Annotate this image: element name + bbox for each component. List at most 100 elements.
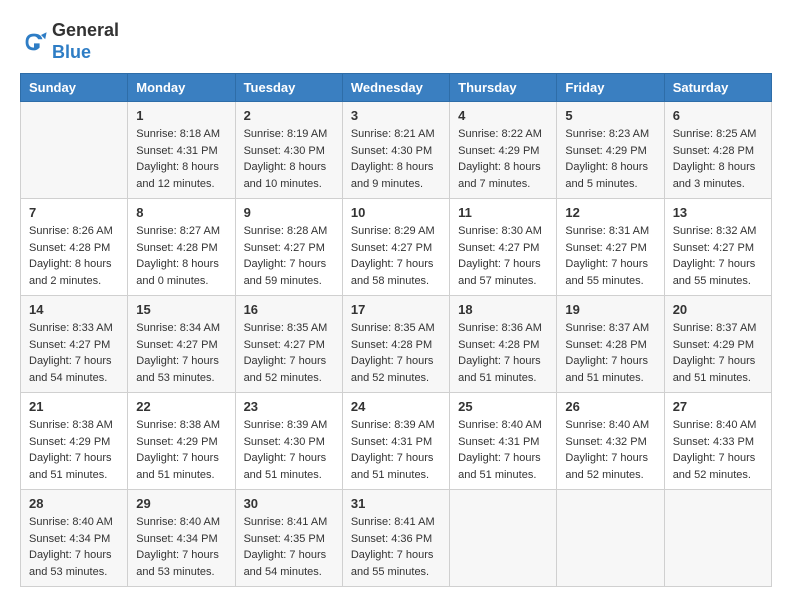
calendar-day-cell — [557, 490, 664, 587]
day-number: 5 — [565, 108, 655, 123]
calendar-day-cell: 31Sunrise: 8:41 AM Sunset: 4:36 PM Dayli… — [342, 490, 449, 587]
weekday-header: Tuesday — [235, 74, 342, 102]
calendar-day-cell: 14 Sunrise: 8:33 AM Sunset: 4:27 PM Dayli… — [21, 296, 128, 393]
calendar-day-cell: 19 Sunrise: 8:37 AM Sunset: 4:28 PM Dayli… — [557, 296, 664, 393]
calendar-day-cell: 1 Sunrise: 8:18 AM Sunset: 4:31 PM Daylig… — [128, 102, 235, 199]
day-number: 10 — [351, 205, 441, 220]
day-info: Sunrise: 8:34 AM Sunset: 4:27 PM Dayligh… — [136, 320, 226, 386]
day-number: 20 — [673, 302, 763, 317]
day-info: Sunrise: 8:25 AM Sunset: 4:28 PM Dayligh… — [673, 126, 763, 192]
day-number: 30 — [244, 496, 334, 511]
day-info: Sunrise: 8:30 AM Sunset: 4:27 PM Dayligh… — [458, 223, 548, 289]
calendar-day-cell: 21Sunrise: 8:38 AM Sunset: 4:29 PM Dayli… — [21, 393, 128, 490]
weekday-header: Wednesday — [342, 74, 449, 102]
day-number: 17 — [351, 302, 441, 317]
weekday-header: Thursday — [450, 74, 557, 102]
day-info: Sunrise: 8:39 AM Sunset: 4:30 PM Dayligh… — [244, 417, 334, 483]
calendar-day-cell: 8 Sunrise: 8:27 AM Sunset: 4:28 PM Daylig… — [128, 199, 235, 296]
calendar-week-row: 21Sunrise: 8:38 AM Sunset: 4:29 PM Dayli… — [21, 393, 772, 490]
calendar-week-row: 1 Sunrise: 8:18 AM Sunset: 4:31 PM Daylig… — [21, 102, 772, 199]
day-number: 25 — [458, 399, 548, 414]
day-info: Sunrise: 8:19 AM Sunset: 4:30 PM Dayligh… — [244, 126, 334, 192]
day-number: 24 — [351, 399, 441, 414]
calendar-day-cell: 24 Sunrise: 8:39 AM Sunset: 4:31 PM Dayli… — [342, 393, 449, 490]
day-number: 26 — [565, 399, 655, 414]
day-number: 6 — [673, 108, 763, 123]
day-number: 4 — [458, 108, 548, 123]
day-number: 27 — [673, 399, 763, 414]
calendar-day-cell: 6 Sunrise: 8:25 AM Sunset: 4:28 PM Daylig… — [664, 102, 771, 199]
day-number: 15 — [136, 302, 226, 317]
day-info: Sunrise: 8:27 AM Sunset: 4:28 PM Dayligh… — [136, 223, 226, 289]
day-info: Sunrise: 8:37 AM Sunset: 4:28 PM Dayligh… — [565, 320, 655, 386]
day-info: Sunrise: 8:33 AM Sunset: 4:27 PM Dayligh… — [29, 320, 119, 386]
day-info: Sunrise: 8:40 AM Sunset: 4:32 PM Dayligh… — [565, 417, 655, 483]
day-number: 2 — [244, 108, 334, 123]
day-info: Sunrise: 8:38 AM Sunset: 4:29 PM Dayligh… — [29, 417, 119, 483]
page-header: General Blue — [20, 20, 772, 63]
day-info: Sunrise: 8:39 AM Sunset: 4:31 PM Dayligh… — [351, 417, 441, 483]
weekday-header: Sunday — [21, 74, 128, 102]
day-info: Sunrise: 8:18 AM Sunset: 4:31 PM Dayligh… — [136, 126, 226, 192]
day-number: 23 — [244, 399, 334, 414]
calendar-day-cell: 27 Sunrise: 8:40 AM Sunset: 4:33 PM Dayli… — [664, 393, 771, 490]
calendar-header: SundayMondayTuesdayWednesdayThursdayFrid… — [21, 74, 772, 102]
calendar-day-cell: 18Sunrise: 8:36 AM Sunset: 4:28 PM Dayli… — [450, 296, 557, 393]
day-number: 13 — [673, 205, 763, 220]
calendar-day-cell: 23 Sunrise: 8:39 AM Sunset: 4:30 PM Dayli… — [235, 393, 342, 490]
calendar-day-cell — [450, 490, 557, 587]
day-number: 9 — [244, 205, 334, 220]
day-info: Sunrise: 8:40 AM Sunset: 4:34 PM Dayligh… — [136, 514, 226, 580]
day-info: Sunrise: 8:32 AM Sunset: 4:27 PM Dayligh… — [673, 223, 763, 289]
calendar-day-cell: 11 Sunrise: 8:30 AM Sunset: 4:27 PM Dayli… — [450, 199, 557, 296]
calendar-day-cell: 15 Sunrise: 8:34 AM Sunset: 4:27 PM Dayli… — [128, 296, 235, 393]
calendar-week-row: 28 Sunrise: 8:40 AM Sunset: 4:34 PM Dayli… — [21, 490, 772, 587]
day-number: 12 — [565, 205, 655, 220]
day-info: Sunrise: 8:41 AM Sunset: 4:36 PM Dayligh… — [351, 514, 441, 580]
day-number: 22 — [136, 399, 226, 414]
day-number: 8 — [136, 205, 226, 220]
day-info: Sunrise: 8:31 AM Sunset: 4:27 PM Dayligh… — [565, 223, 655, 289]
weekday-header: Saturday — [664, 74, 771, 102]
calendar-table: SundayMondayTuesdayWednesdayThursdayFrid… — [20, 73, 772, 587]
calendar-day-cell — [664, 490, 771, 587]
day-number: 11 — [458, 205, 548, 220]
day-info: Sunrise: 8:37 AM Sunset: 4:29 PM Dayligh… — [673, 320, 763, 386]
day-info: Sunrise: 8:23 AM Sunset: 4:29 PM Dayligh… — [565, 126, 655, 192]
day-number: 14 — [29, 302, 119, 317]
calendar-day-cell: 13 Sunrise: 8:32 AM Sunset: 4:27 PM Dayli… — [664, 199, 771, 296]
calendar-day-cell: 28 Sunrise: 8:40 AM Sunset: 4:34 PM Dayli… — [21, 490, 128, 587]
day-info: Sunrise: 8:22 AM Sunset: 4:29 PM Dayligh… — [458, 126, 548, 192]
calendar-day-cell: 2 Sunrise: 8:19 AM Sunset: 4:30 PM Daylig… — [235, 102, 342, 199]
day-info: Sunrise: 8:28 AM Sunset: 4:27 PM Dayligh… — [244, 223, 334, 289]
day-info: Sunrise: 8:35 AM Sunset: 4:27 PM Dayligh… — [244, 320, 334, 386]
day-number: 19 — [565, 302, 655, 317]
day-number: 16 — [244, 302, 334, 317]
day-number: 1 — [136, 108, 226, 123]
calendar-day-cell — [21, 102, 128, 199]
calendar-day-cell: 20 Sunrise: 8:37 AM Sunset: 4:29 PM Dayli… — [664, 296, 771, 393]
calendar-day-cell: 17 Sunrise: 8:35 AM Sunset: 4:28 PM Dayli… — [342, 296, 449, 393]
calendar-day-cell: 3Sunrise: 8:21 AM Sunset: 4:30 PM Daylig… — [342, 102, 449, 199]
day-number: 28 — [29, 496, 119, 511]
calendar-week-row: 14 Sunrise: 8:33 AM Sunset: 4:27 PM Dayli… — [21, 296, 772, 393]
calendar-day-cell: 29 Sunrise: 8:40 AM Sunset: 4:34 PM Dayli… — [128, 490, 235, 587]
day-info: Sunrise: 8:41 AM Sunset: 4:35 PM Dayligh… — [244, 514, 334, 580]
day-number: 7 — [29, 205, 119, 220]
day-info: Sunrise: 8:35 AM Sunset: 4:28 PM Dayligh… — [351, 320, 441, 386]
day-info: Sunrise: 8:36 AM Sunset: 4:28 PM Dayligh… — [458, 320, 548, 386]
day-info: Sunrise: 8:40 AM Sunset: 4:34 PM Dayligh… — [29, 514, 119, 580]
day-info: Sunrise: 8:40 AM Sunset: 4:33 PM Dayligh… — [673, 417, 763, 483]
weekday-header: Friday — [557, 74, 664, 102]
calendar-day-cell: 26 Sunrise: 8:40 AM Sunset: 4:32 PM Dayli… — [557, 393, 664, 490]
calendar-day-cell: 22Sunrise: 8:38 AM Sunset: 4:29 PM Dayli… — [128, 393, 235, 490]
calendar-body: 1 Sunrise: 8:18 AM Sunset: 4:31 PM Daylig… — [21, 102, 772, 587]
weekday-header: Monday — [128, 74, 235, 102]
day-info: Sunrise: 8:29 AM Sunset: 4:27 PM Dayligh… — [351, 223, 441, 289]
calendar-day-cell: 25 Sunrise: 8:40 AM Sunset: 4:31 PM Dayli… — [450, 393, 557, 490]
day-number: 29 — [136, 496, 226, 511]
day-info: Sunrise: 8:40 AM Sunset: 4:31 PM Dayligh… — [458, 417, 548, 483]
day-info: Sunrise: 8:21 AM Sunset: 4:30 PM Dayligh… — [351, 126, 441, 192]
calendar-day-cell: 30 Sunrise: 8:41 AM Sunset: 4:35 PM Dayli… — [235, 490, 342, 587]
calendar-day-cell: 9 Sunrise: 8:28 AM Sunset: 4:27 PM Daylig… — [235, 199, 342, 296]
